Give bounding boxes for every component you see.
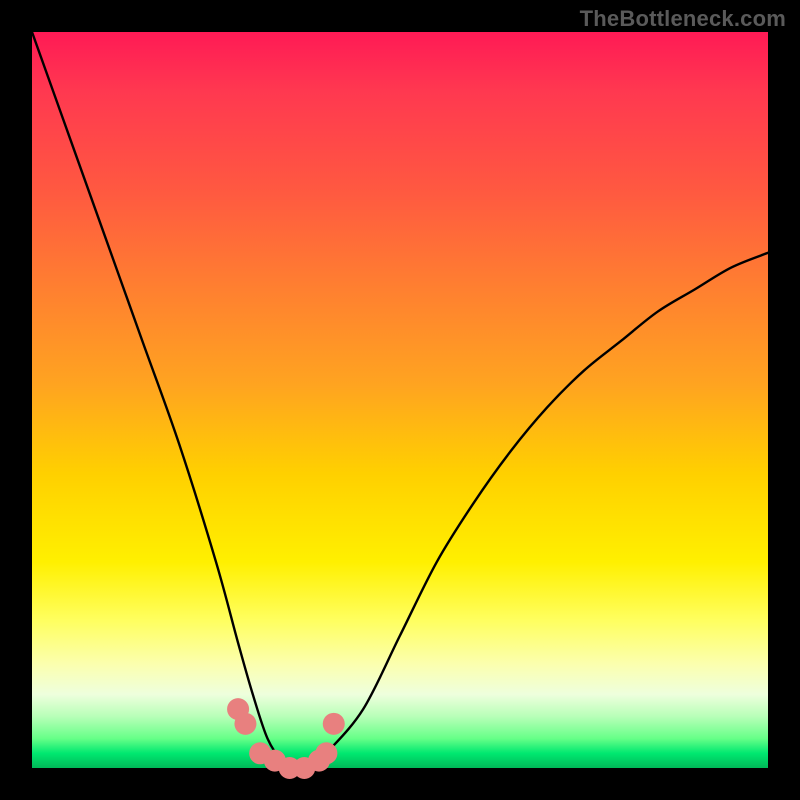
outer-frame: TheBottleneck.com: [0, 0, 800, 800]
optimal-marker-dot: [323, 713, 345, 735]
chart-svg: [32, 32, 768, 768]
optimal-marker-dot: [315, 742, 337, 764]
bottleneck-curve-line: [32, 32, 768, 769]
optimal-band-dots: [227, 698, 345, 779]
bottleneck-chart: [32, 32, 768, 768]
watermark-text: TheBottleneck.com: [580, 6, 786, 32]
optimal-marker-dot: [234, 713, 256, 735]
